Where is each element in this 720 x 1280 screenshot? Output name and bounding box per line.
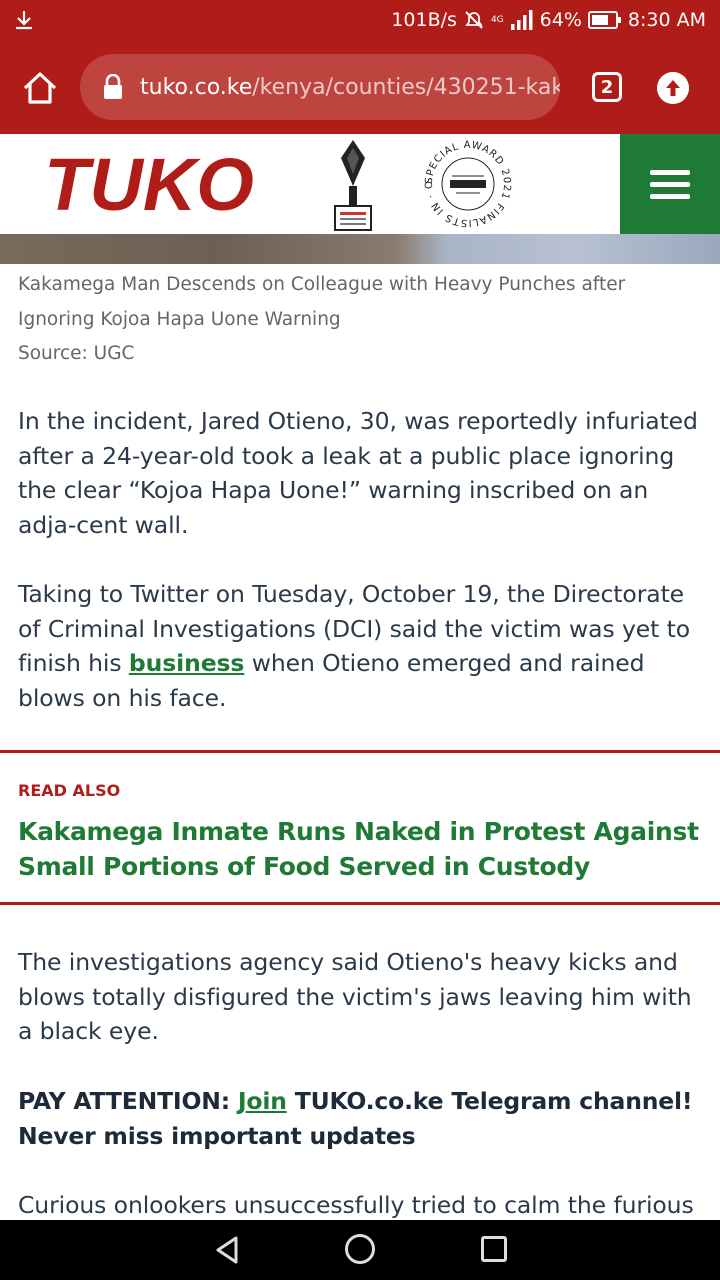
tuko-logo[interactable]: TUKO — [42, 144, 256, 224]
award-seal-icon: SPECIAL AWARD 2021 FINALISTS IN · ONE WO… — [420, 136, 511, 228]
logo-text: TUKO — [44, 144, 254, 224]
navigation-bar — [0, 1220, 720, 1280]
image-caption: Kakamega Man Descends on Colleague with … — [0, 264, 720, 372]
pay-attention-label: PAY ATTENTION: — [18, 1087, 238, 1115]
menu-line — [650, 194, 690, 199]
lock-icon — [104, 74, 122, 99]
home-circle-icon[interactable] — [345, 1234, 375, 1264]
network-type: 4G — [490, 15, 504, 25]
url-text: tuko.co.ke/kenya/counties/430251-kaka — [140, 75, 560, 100]
url-path: /kenya/counties/430251-kaka — [252, 74, 560, 100]
paragraph-1: In the incident, Jared Otieno, 30, was r… — [18, 407, 698, 540]
url-bar[interactable]: tuko.co.ke/kenya/counties/430251-kaka — [80, 54, 560, 120]
paragraph-3: The investigations agency said Otieno's … — [18, 948, 692, 1046]
clock: 8:30 AM — [627, 9, 706, 31]
menu-line — [650, 182, 690, 187]
business-link[interactable]: business — [129, 649, 245, 677]
article-image — [0, 234, 720, 264]
read-also-label: READ ALSO — [18, 781, 121, 800]
pay-attention: PAY ATTENTION: Join TUKO.co.ke Telegram … — [0, 1084, 720, 1153]
network-speed: 101B/s — [391, 9, 457, 31]
battery-icon — [587, 11, 621, 29]
update-arrow-icon[interactable] — [657, 72, 689, 104]
article-content: Kakamega Man Descends on Colleague with … — [0, 264, 720, 1219]
paragraph-2: Taking to Twitter on Tuesday, October 19… — [0, 577, 720, 716]
read-also-box[interactable]: READ ALSO Kakamega Inmate Runs Naked in … — [0, 750, 720, 905]
menu-button[interactable] — [620, 134, 720, 234]
caption-text: Kakamega Man Descends on Colleague with … — [18, 274, 626, 330]
site-header: TUKO SPECIAL AWARD 2021 FINALISTS IN · O… — [0, 134, 720, 234]
mute-icon — [465, 11, 483, 29]
paragraph-4: Curious onlookers unsuccessfully tried t… — [18, 1191, 694, 1219]
signal-icon — [510, 10, 533, 30]
join-link[interactable]: Join — [238, 1087, 287, 1115]
recent-apps-icon[interactable] — [481, 1236, 507, 1262]
back-icon[interactable] — [212, 1234, 242, 1266]
menu-line — [650, 170, 690, 175]
download-icon — [16, 11, 32, 30]
status-indicators: 101B/s 4G 64% 8:30 AM — [391, 7, 706, 33]
home-icon[interactable] — [20, 68, 60, 108]
battery-level: 64% — [539, 9, 582, 31]
read-also-link[interactable]: Kakamega Inmate Runs Naked in Protest Ag… — [0, 800, 720, 902]
caption-source: Source: UGC — [18, 343, 135, 364]
status-bar: 101B/s 4G 64% 8:30 AM — [0, 0, 720, 40]
tab-switcher-button[interactable]: 2 — [592, 72, 622, 102]
trophy-icon — [334, 140, 372, 231]
url-domain: tuko.co.ke — [140, 74, 253, 100]
browser-toolbar: tuko.co.ke/kenya/counties/430251-kaka 2 — [0, 40, 720, 134]
